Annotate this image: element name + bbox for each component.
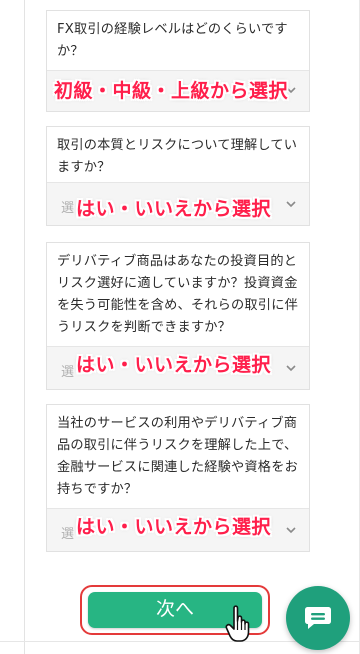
select-placeholder: 選 — [61, 527, 75, 542]
content-left-border — [24, 0, 25, 654]
chat-icon — [305, 607, 331, 629]
annotation-experience: 初級・中級・上級から選択 — [54, 80, 289, 102]
chevron-down-icon — [283, 360, 299, 376]
annotation-risk-understanding: はい・いいえから選択 — [76, 198, 272, 220]
question-text: 取引の本質とリスクについて理解していますか？ — [47, 127, 309, 183]
select-placeholder: 選 — [61, 365, 75, 380]
select-placeholder: 選 — [61, 201, 75, 216]
chat-button[interactable] — [286, 586, 350, 650]
question-text: デリバティブ商品はあなたの投資目的とリスク選好に適していますか？投資資金を失う可… — [47, 243, 309, 347]
chevron-down-icon — [283, 522, 299, 538]
annotation-derivatives-suitability: はい・いいえから選択 — [76, 354, 272, 376]
annotation-financial-experience: はい・いいえから選択 — [76, 516, 272, 538]
question-text: 当社のサービスの利用やデリバティブ商品の取引に伴うリスクを理解した上で、金融サー… — [47, 405, 309, 509]
chevron-down-icon — [283, 196, 299, 212]
hand-pointer-icon — [224, 604, 254, 644]
question-text: FX取引の経験レベルはどのくらいですか？ — [47, 11, 309, 71]
